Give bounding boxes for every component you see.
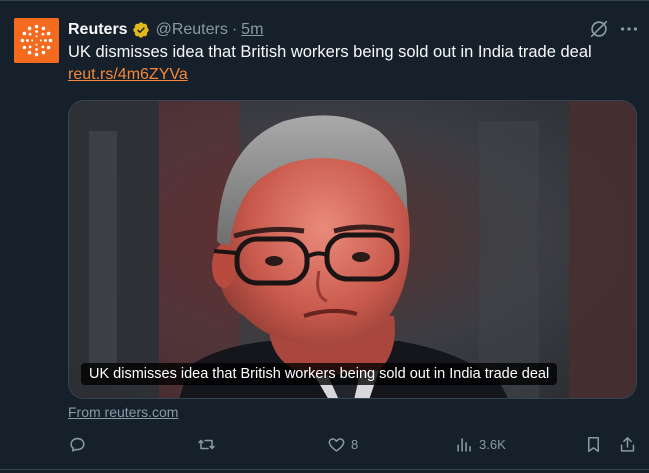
retweet-button[interactable]: [197, 432, 221, 456]
verified-badge-icon[interactable]: [132, 21, 150, 39]
heart-icon: [328, 437, 345, 452]
action-bar: 8 3.6K: [0, 432, 649, 458]
reply-icon: [70, 437, 85, 452]
bottom-divider: [0, 469, 649, 470]
views-count: 3.6K: [479, 436, 506, 452]
share-button[interactable]: [618, 432, 637, 456]
like-count: 8: [351, 436, 359, 452]
author-handle[interactable]: @Reuters: [156, 21, 228, 39]
tweet-header: Reuters @Reuters · 5m: [68, 20, 263, 40]
tweet-text: UK dismisses idea that British workers b…: [68, 43, 592, 61]
link-source[interactable]: From reuters.com: [68, 404, 178, 420]
like-button[interactable]: 8: [327, 432, 358, 456]
avatar[interactable]: [14, 18, 59, 63]
grok-icon[interactable]: [588, 18, 610, 40]
author-name[interactable]: Reuters: [68, 21, 128, 39]
more-options-icon[interactable]: [618, 18, 640, 40]
reply-button[interactable]: [68, 432, 92, 456]
reuters-logo-icon: [14, 18, 59, 63]
link-card-image[interactable]: UK dismisses idea that British workers b…: [68, 100, 637, 399]
top-divider: [0, 0, 649, 1]
media-caption: UK dismisses idea that British workers b…: [81, 363, 558, 385]
timestamp[interactable]: 5m: [241, 21, 263, 39]
views-icon: [457, 437, 471, 452]
tweet-link[interactable]: reut.rs/4m6ZYVa: [68, 66, 188, 84]
views-button[interactable]: 3.6K: [455, 432, 506, 456]
bookmark-button[interactable]: [584, 432, 603, 456]
separator-dot: ·: [231, 21, 238, 38]
bookmark-icon: [587, 436, 600, 452]
share-icon: [620, 436, 635, 452]
retweet-icon: [198, 439, 215, 449]
news-photo: [69, 101, 636, 398]
